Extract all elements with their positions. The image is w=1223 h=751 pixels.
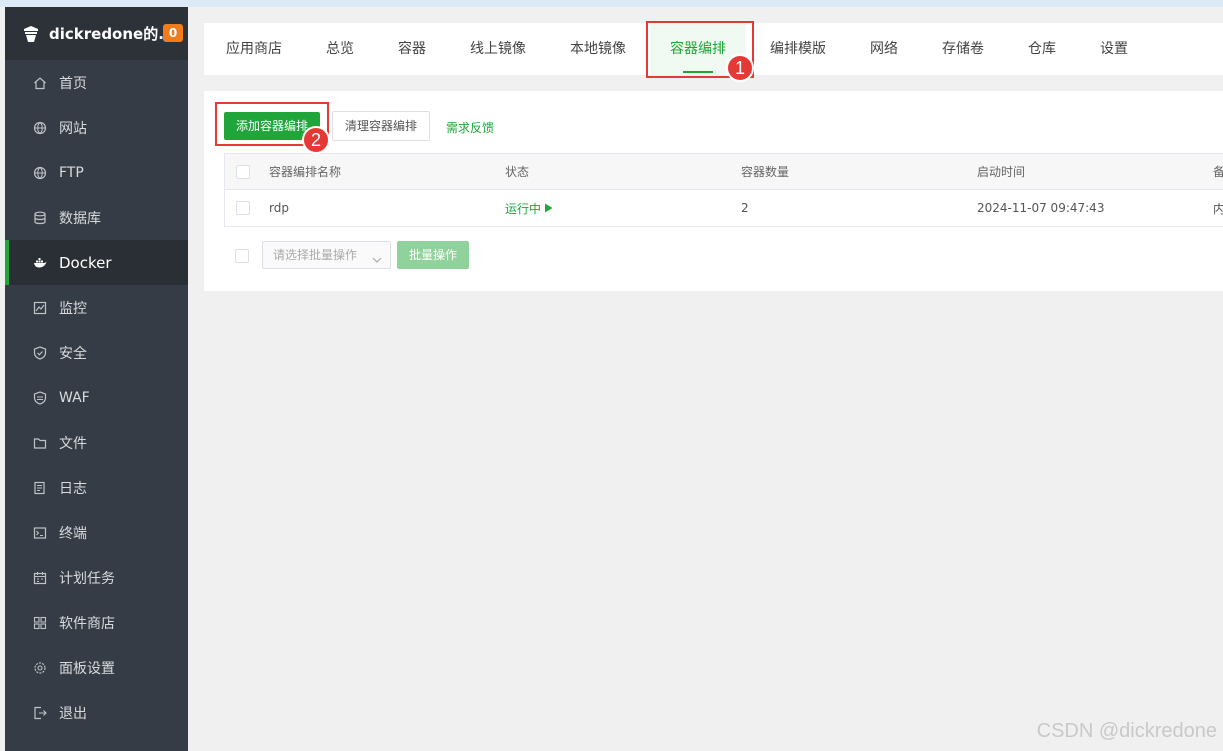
header-container-count: 容器数量 [741,165,790,179]
database-icon [33,211,47,225]
sidebar: dickredone的... 0 首页 网站 FTP 数据库 Docker 监控… [5,7,188,751]
sidebar-item-label: 网站 [59,120,87,137]
sidebar-item-logs[interactable]: 日志 [5,465,188,510]
header-remark: 备 [1213,165,1223,179]
sidebar-item-security[interactable]: 安全 [5,330,188,375]
globe-icon [33,121,47,135]
tab-online-images[interactable]: 线上镜像 [470,23,526,75]
annotation-number-2: 2 [302,126,330,154]
sidebar-item-app-store[interactable]: 软件商店 [5,600,188,645]
tab-settings[interactable]: 设置 [1100,23,1128,75]
sidebar-item-label: 面板设置 [59,660,115,677]
header-start-time: 启动时间 [977,165,1026,179]
row-name: rdp [269,201,289,215]
window-top-strip [0,0,1223,7]
sidebar-item-home[interactable]: 首页 [5,60,188,105]
sidebar-item-label: FTP [59,164,84,181]
table-row[interactable]: rdp 运行中 2 2024-11-07 09:47:43 内 [225,190,1223,226]
sidebar-brand[interactable]: dickredone的... 0 [5,7,188,60]
clean-compose-button[interactable]: 清理容器编排 [332,111,431,141]
row-checkbox[interactable] [236,201,250,215]
chevron-down-icon [371,249,383,263]
sidebar-item-label: 日志 [59,480,87,497]
sidebar-item-files[interactable]: 文件 [5,420,188,465]
compose-panel: 添加容器编排 清理容器编排 需求反馈 容器编排名称 状态 容器数量 启动时间 备… [204,91,1223,291]
row-remark: 内 [1213,201,1223,216]
batch-select-checkbox[interactable] [235,249,249,263]
batch-select-placeholder: 请选择批量操作 [273,248,358,262]
tab-volumes[interactable]: 存储卷 [942,23,984,75]
annotation-number-1: 1 [726,54,754,82]
sidebar-item-panel-settings[interactable]: 面板设置 [5,645,188,690]
tab-app-store[interactable]: 应用商店 [226,23,282,75]
panel-logo-icon [21,24,41,44]
globe-icon [33,166,47,180]
sidebar-item-label: 数据库 [59,210,101,227]
logout-icon [33,706,47,720]
batch-operation-button[interactable]: 批量操作 [397,241,470,269]
calendar-icon [33,571,47,585]
sidebar-item-website[interactable]: 网站 [5,105,188,150]
notification-badge[interactable]: 0 [163,24,183,42]
monitor-icon [33,301,47,315]
terminal-icon [33,526,47,540]
sidebar-item-label: 软件商店 [59,615,115,632]
sidebar-item-waf[interactable]: WAF [5,375,188,420]
sidebar-item-label: WAF [59,389,90,406]
tab-networks[interactable]: 网络 [870,23,898,75]
home-icon [33,76,47,90]
tab-overview[interactable]: 总览 [326,23,354,75]
waf-shield-icon [33,390,47,405]
sidebar-item-monitor[interactable]: 监控 [5,285,188,330]
sidebar-item-label: 文件 [59,435,87,452]
sidebar-item-database[interactable]: 数据库 [5,195,188,240]
sidebar-item-cron[interactable]: 计划任务 [5,555,188,600]
docker-icon [33,256,47,270]
sidebar-item-label: 退出 [59,705,87,722]
play-icon [544,203,553,213]
header-name: 容器编排名称 [269,165,342,179]
sidebar-item-label: Docker [59,253,112,272]
sidebar-item-label: 终端 [59,525,87,542]
log-icon [33,481,47,495]
folder-icon [33,436,47,450]
shield-icon [33,345,47,360]
status-text: 运行中 [505,201,542,216]
sidebar-item-docker[interactable]: Docker [5,240,188,285]
row-start-time: 2024-11-07 09:47:43 [977,201,1105,215]
watermark: CSDN @dickredone [1036,720,1217,742]
select-all-checkbox[interactable] [236,165,250,179]
apps-icon [33,616,47,630]
sidebar-item-label: 计划任务 [59,570,115,587]
row-container-count: 2 [741,201,749,215]
row-status[interactable]: 运行中 [505,190,553,226]
tab-local-images[interactable]: 本地镜像 [570,23,626,75]
tab-compose-templates[interactable]: 编排模版 [770,23,826,75]
sidebar-item-terminal[interactable]: 终端 [5,510,188,555]
sidebar-item-label: 首页 [59,75,87,92]
server-name: dickredone的... [49,25,176,43]
compose-table: 容器编排名称 状态 容器数量 启动时间 备 rdp 运行中 2 2024-11-… [224,153,1223,227]
sidebar-item-label: 监控 [59,300,87,317]
sidebar-item-label: 安全 [59,345,87,362]
sidebar-item-ftp[interactable]: FTP [5,150,188,195]
sidebar-item-logout[interactable]: 退出 [5,690,188,735]
tab-registry[interactable]: 仓库 [1028,23,1056,75]
batch-operation-select[interactable]: 请选择批量操作 [262,241,391,269]
tab-containers[interactable]: 容器 [398,23,426,75]
gear-icon [33,661,47,675]
table-header: 容器编排名称 状态 容器数量 启动时间 备 [225,154,1223,190]
header-status: 状态 [505,165,530,179]
feedback-link[interactable]: 需求反馈 [446,119,494,136]
